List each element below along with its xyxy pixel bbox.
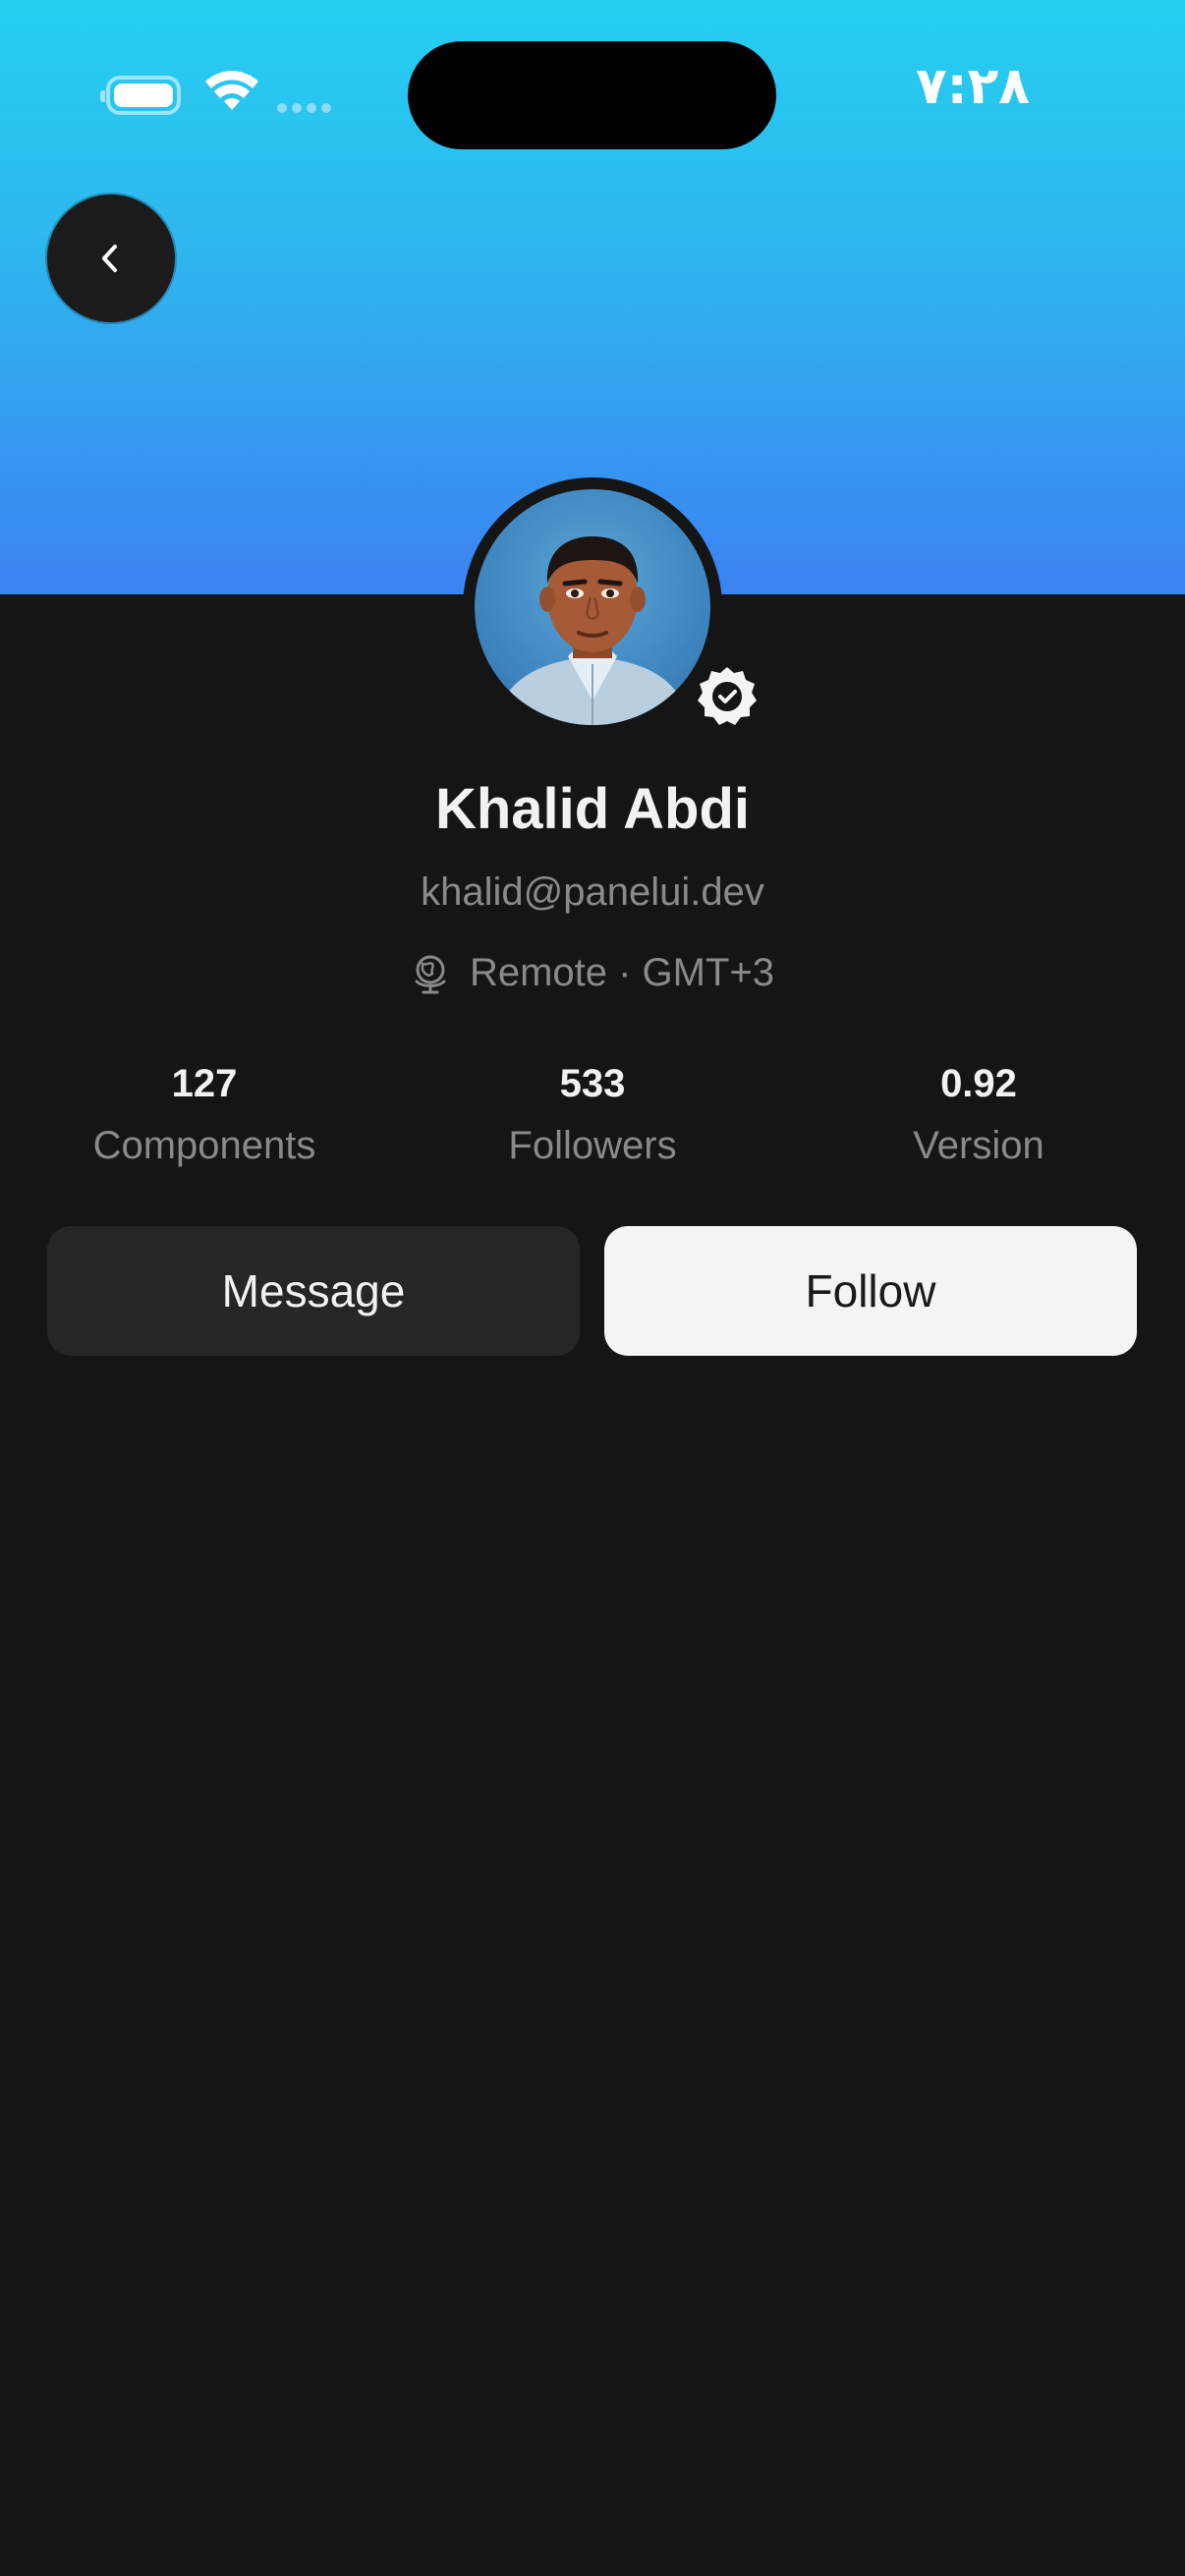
- stats-row: 127 Components 533 Followers 0.92 Versio…: [0, 1059, 1185, 1187]
- wifi-icon: [205, 71, 258, 110]
- profile-name: Khalid Abdi: [434, 777, 751, 841]
- message-button[interactable]: Message: [47, 1226, 580, 1356]
- location-text: Remote · GMT+3: [469, 951, 775, 994]
- stat-value: 533: [559, 1062, 626, 1105]
- verified-badge-icon: [698, 667, 757, 725]
- stat-components: 127 Components: [8, 1059, 401, 1168]
- stat-label: Components: [92, 1124, 316, 1167]
- battery-icon: [100, 76, 181, 115]
- status-time: ٧:٢٨: [915, 57, 1030, 116]
- follow-button[interactable]: Follow: [604, 1226, 1137, 1356]
- back-button[interactable]: [47, 195, 175, 322]
- stat-followers: 533 Followers: [396, 1059, 789, 1168]
- stat-value: 0.92: [940, 1062, 1017, 1105]
- status-bar: ٧:٢٨: [0, 0, 1185, 187]
- cellular-signal-icon: [277, 103, 336, 115]
- dynamic-island: [408, 41, 776, 149]
- globe-icon: [415, 955, 446, 993]
- avatar-illustration: [494, 536, 691, 725]
- stat-label: Version: [913, 1124, 1044, 1167]
- location-row: Remote · GMT+3: [0, 951, 1185, 995]
- stat-label: Followers: [508, 1124, 677, 1167]
- chevron-left-icon: [102, 245, 117, 272]
- stat-version: 0.92 Version: [782, 1059, 1175, 1168]
- avatar-frame: [463, 477, 722, 737]
- profile-email: khalid@panelui.dev: [421, 870, 764, 914]
- avatar[interactable]: [475, 489, 710, 725]
- stat-value: 127: [171, 1062, 238, 1105]
